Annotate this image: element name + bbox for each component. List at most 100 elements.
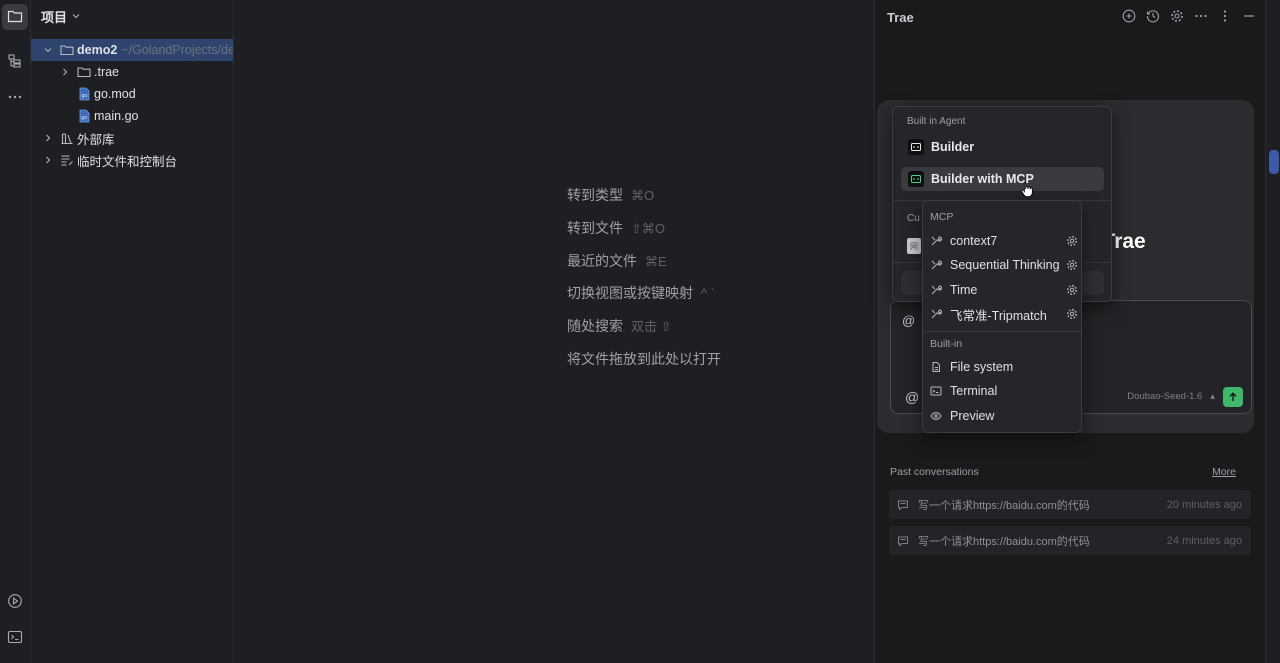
hint-label: 最近的文件: [567, 253, 637, 269]
agent-label: Builder with MCP: [931, 172, 1034, 186]
terminal-icon: [7, 629, 23, 648]
structure-tool-button[interactable]: [2, 49, 28, 75]
agent-icon: [908, 171, 924, 187]
tree-row-main-go[interactable]: go main.go: [31, 105, 233, 127]
conversation-item[interactable]: 写一个请求https://baidu.com的代码 24 minutes ago: [889, 526, 1251, 555]
tree-row-external-libraries[interactable]: 外部库: [31, 127, 233, 149]
project-tool-button[interactable]: [2, 4, 28, 30]
conversation-item[interactable]: 写一个请求https://baidu.com的代码 20 minutes ago: [889, 490, 1251, 519]
run-tool-button[interactable]: [2, 589, 28, 615]
tree-label: .trae: [94, 65, 120, 79]
project-tree: demo2 ~/GolandProjects/de .trae go go.mod…: [31, 39, 233, 171]
mcp-item-sequential-thinking[interactable]: Sequential Thinking: [930, 254, 1078, 276]
builtin-item-label: Terminal: [950, 384, 998, 398]
folder-icon: [77, 65, 91, 79]
tool-icon: [930, 308, 942, 320]
tree-row-demo2[interactable]: demo2 ~/GolandProjects/de: [31, 39, 233, 61]
mention-button[interactable]: @: [905, 389, 919, 405]
builtin-agent-section-title: Built in Agent: [907, 116, 966, 127]
agent-icon: [908, 139, 924, 155]
eye-icon: [930, 410, 942, 422]
mcp-item-label: Sequential Thinking: [950, 258, 1060, 272]
conversation-time: 20 minutes ago: [1166, 498, 1242, 511]
tool-icon: [930, 284, 942, 296]
active-tool-indicator[interactable]: [1269, 150, 1279, 174]
hint-shortcut: ⇧⌘O: [631, 221, 666, 236]
tools-submenu: MCP context7 Sequential Thinking Time 飞常…: [922, 200, 1082, 433]
hint-shortcut: ^ `: [701, 286, 716, 301]
mcp-item-time[interactable]: Time: [930, 279, 1078, 301]
more-tools-button[interactable]: [2, 85, 28, 111]
hint-goto-type: 转到类型 ⌘O: [567, 185, 654, 205]
editor-area: 转到类型 ⌘O 转到文件 ⇧⌘O 最近的文件 ⌘E 切换视图或按键映射 ^ ` 随处搜索…: [235, 0, 873, 663]
custom-agent-icon: 网: [907, 238, 921, 254]
custom-agent-section-title: Cu: [907, 213, 920, 224]
more-conversations-link[interactable]: More: [1212, 466, 1236, 478]
terminal-icon: [930, 385, 942, 397]
chevron-down-icon[interactable]: [43, 45, 53, 55]
chevron-right-icon[interactable]: [60, 67, 70, 77]
mcp-item-label: 飞常准-Tripmatch: [950, 308, 1047, 323]
terminal-tool-button[interactable]: [2, 625, 28, 651]
mcp-item-tripmatch[interactable]: 飞常准-Tripmatch: [930, 303, 1078, 325]
go-file-icon: go: [77, 87, 91, 101]
structure-icon: [7, 53, 23, 72]
mcp-item-label: context7: [950, 234, 998, 248]
builtin-tools-section-title: Built-in: [930, 338, 963, 350]
tree-label: go.mod: [94, 87, 136, 101]
gear-icon[interactable]: [1066, 259, 1078, 271]
hint-label: 转到类型: [567, 187, 623, 203]
tool-icon: [930, 259, 942, 271]
agent-item-builder-with-mcp[interactable]: Builder with MCP: [901, 167, 1104, 191]
mcp-item-context7[interactable]: context7: [930, 230, 1078, 252]
agent-item-builder[interactable]: Builder: [901, 135, 1104, 159]
activity-bar: [0, 0, 31, 663]
minimize-icon[interactable]: [1241, 8, 1257, 24]
project-panel: 项目 demo2 ~/GolandProjects/de .trae go go…: [31, 0, 234, 663]
svg-text:go: go: [81, 93, 87, 99]
gear-icon[interactable]: [1169, 8, 1185, 24]
scratches-icon: [60, 153, 74, 167]
builtin-item-preview[interactable]: Preview: [930, 405, 1078, 427]
builtin-item-label: Preview: [950, 409, 995, 423]
gear-icon[interactable]: [1066, 235, 1078, 247]
project-panel-header[interactable]: 项目: [31, 0, 233, 33]
hint-drop-files: 将文件拖放到此处以打开: [567, 349, 721, 369]
chevron-right-icon[interactable]: [43, 155, 53, 165]
more-horizontal-icon: [7, 89, 23, 108]
folder-icon: [60, 43, 74, 57]
history-icon[interactable]: [1145, 8, 1161, 24]
hint-shortcut: ⌘O: [631, 188, 655, 203]
hint-recent-files: 最近的文件 ⌘E: [567, 251, 667, 271]
hint-label: 转到文件: [567, 220, 623, 236]
more-horizontal-icon[interactable]: [1193, 8, 1209, 24]
mention-token: @: [902, 313, 916, 328]
gear-icon[interactable]: [1066, 308, 1078, 320]
run-icon: [7, 593, 23, 612]
chevron-right-icon[interactable]: [43, 133, 53, 143]
builtin-item-file-system[interactable]: File system: [930, 356, 1078, 378]
trae-toolbar: [1121, 8, 1257, 24]
send-button[interactable]: [1223, 387, 1243, 407]
chevron-up-icon: ▴: [1210, 391, 1215, 402]
tree-label: main.go: [94, 109, 139, 123]
more-vertical-icon[interactable]: [1217, 8, 1233, 24]
tree-row-go-mod[interactable]: go go.mod: [31, 83, 233, 105]
hint-search-everywhere: 随处搜索 双击 ⇧: [567, 316, 672, 336]
model-selector[interactable]: Doubao-Seed-1.6 ▴: [1127, 391, 1215, 402]
gear-icon[interactable]: [1066, 284, 1078, 296]
tree-path: ~/GolandProjects/de: [121, 43, 234, 57]
right-tool-strip: [1265, 0, 1280, 663]
svg-text:go: go: [81, 115, 87, 121]
new-chat-icon[interactable]: [1121, 8, 1137, 24]
builtin-item-terminal[interactable]: Terminal: [930, 380, 1078, 402]
tree-row-scratches[interactable]: 临时文件和控制台: [31, 149, 233, 171]
hint-goto-file: 转到文件 ⇧⌘O: [567, 218, 665, 238]
agent-label: Builder: [931, 140, 975, 154]
mcp-item-label: Time: [950, 283, 978, 297]
conversation-title: 写一个请求https://baidu.com的代码: [918, 499, 1090, 512]
tree-row-trae[interactable]: .trae: [31, 61, 233, 83]
tree-label: 临时文件和控制台: [77, 154, 178, 169]
trae-panel-title: Trae: [887, 10, 914, 25]
chat-bubble-icon: [897, 535, 909, 547]
